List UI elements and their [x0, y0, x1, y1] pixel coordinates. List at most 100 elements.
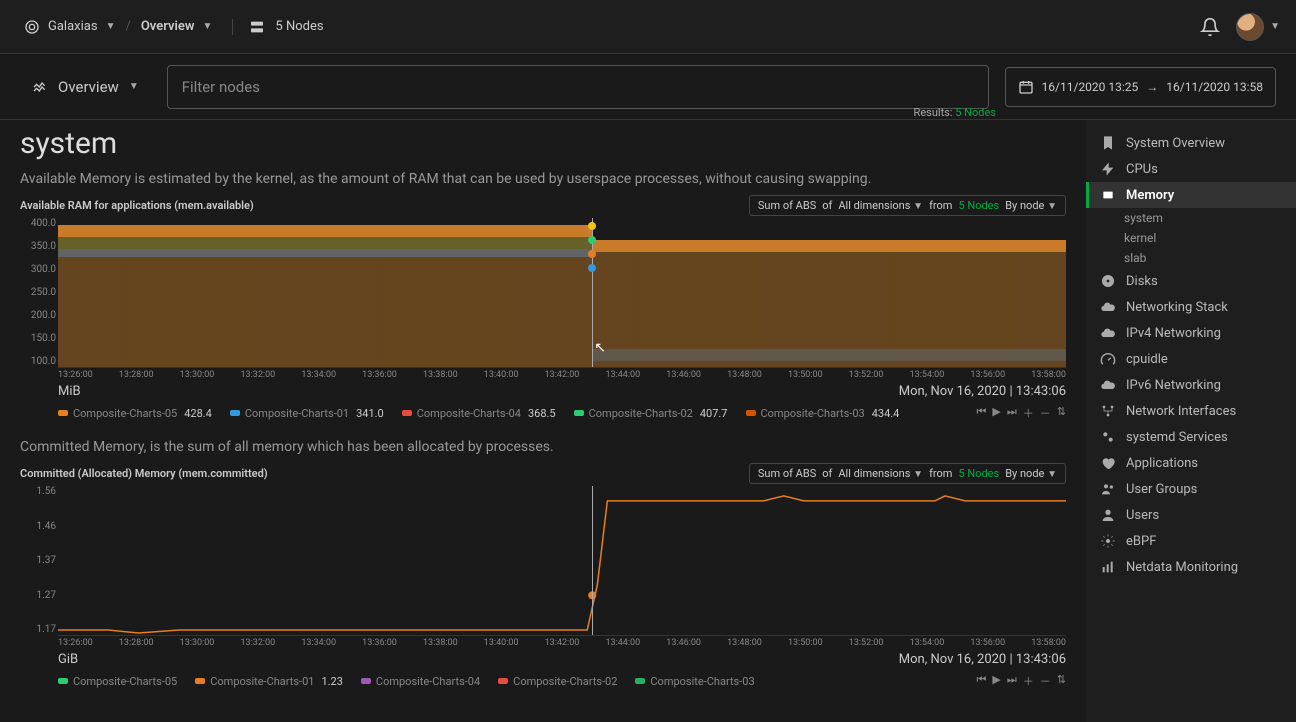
sidebar-item-disks[interactable]: Disks — [1086, 268, 1296, 294]
chart-crosshair — [592, 486, 593, 635]
sidebar-item-applications[interactable]: Applications — [1086, 450, 1296, 476]
plus-icon: ＋ — [1023, 405, 1034, 421]
sidebar-item-label: IPv6 Networking — [1126, 378, 1221, 393]
sidebar-subitem-slab[interactable]: slab — [1086, 248, 1296, 268]
tick-label: 13:42:00 — [545, 638, 580, 648]
tick-label: 13:36:00 — [362, 370, 397, 380]
date-range-picker[interactable]: 16/11/2020 13:25 → 16/11/2020 13:58 — [1005, 67, 1276, 107]
nodes-filter[interactable]: 5 Nodes — [958, 467, 999, 480]
nodes-selector[interactable]: 5 Nodes — [232, 19, 331, 35]
cloud-icon — [1100, 299, 1116, 315]
playback-controls[interactable]: ⏮ ▶ ⏭ ＋ － ⇅ — [977, 405, 1067, 421]
chart-canvas[interactable]: 1.561.461.371.271.17 — [58, 486, 1066, 636]
legend-item[interactable]: Composite-Charts-03 — [635, 675, 754, 688]
tick-label: 200.0 — [20, 310, 56, 321]
tick-label: 13:56:00 — [970, 638, 1005, 648]
sidebar-item-label: Memory — [1126, 188, 1174, 203]
tick-label: 13:58:00 — [1031, 370, 1066, 380]
sidebar-item-network-interfaces[interactable]: Network Interfaces — [1086, 398, 1296, 424]
gauge-icon — [1100, 351, 1116, 367]
tick-label: 13:36:00 — [362, 638, 397, 648]
tick-label: 13:40:00 — [484, 638, 519, 648]
space-selector[interactable]: Galaxias ▼ — [16, 19, 123, 35]
legend-item[interactable]: Composite-Charts-05428.4 — [58, 407, 212, 420]
dimensions-selector[interactable]: All dimensions ▼ — [838, 467, 923, 480]
sidebar-item-label: cpuidle — [1126, 352, 1168, 367]
cog-icon — [1100, 533, 1116, 549]
chart-aggregation-controls[interactable]: Sum of ABS of All dimensions ▼ from 5 No… — [749, 463, 1066, 484]
nodes-count-label: 5 Nodes — [275, 19, 323, 34]
chart-aggregation-controls[interactable]: Sum of ABS of All dimensions ▼ from 5 No… — [749, 195, 1066, 216]
chart-line — [58, 486, 1066, 635]
group-selector[interactable]: By node ▼ — [1005, 199, 1057, 212]
view-selector[interactable]: Overview ▼ — [133, 19, 221, 34]
sidebar-item-netdata-monitoring[interactable]: Netdata Monitoring — [1086, 554, 1296, 580]
filter-nodes-input[interactable] — [167, 65, 989, 109]
legend-name: Composite-Charts-01 — [210, 675, 314, 688]
cogs-icon — [1100, 429, 1116, 445]
sidebar-item-ebpf[interactable]: eBPF — [1086, 528, 1296, 554]
legend-item[interactable]: Composite-Charts-02407.7 — [574, 407, 728, 420]
chart-timestamp: Mon, Nov 16, 2020 | 13:43:06 — [899, 384, 1066, 399]
right-sidebar: System OverviewCPUs Memory systemkernelsla… — [1086, 120, 1296, 722]
tick-label: 100.0 — [20, 356, 56, 367]
legend-item[interactable]: Composite-Charts-04 — [361, 675, 480, 688]
overview-menu[interactable]: Overview ▼ — [20, 72, 151, 102]
nodes-filter[interactable]: 5 Nodes — [958, 199, 999, 212]
tick-label: 13:52:00 — [849, 370, 884, 380]
chart-canvas[interactable]: 400.0350.0300.0250.0200.0150.0100.0 — [58, 218, 1066, 368]
dimensions-selector[interactable]: All dimensions ▼ — [838, 199, 923, 212]
resize-icon: ⇅ — [1057, 673, 1066, 689]
legend-swatch — [58, 678, 68, 684]
tick-label: 13:38:00 — [423, 638, 458, 648]
tick-label: 13:54:00 — [910, 370, 945, 380]
tick-label: 13:28:00 — [119, 638, 154, 648]
legend-name: Composite-Charts-05 — [73, 407, 177, 420]
tick-label: 13:26:00 — [58, 638, 93, 648]
agg-selector[interactable]: Sum of ABS — [758, 199, 816, 212]
user-menu[interactable]: ▼ — [1236, 13, 1280, 41]
playback-controls[interactable]: ⏮ ▶ ⏭ ＋ － ⇅ — [977, 673, 1067, 689]
sidebar-item-cpuidle[interactable]: cpuidle — [1086, 346, 1296, 372]
legend-item[interactable]: Composite-Charts-01 1.23 — [195, 675, 343, 688]
chart-available-ram: Available RAM for applications (mem.avai… — [20, 195, 1066, 421]
legend-name: Composite-Charts-03 — [761, 407, 865, 420]
tick-label: 13:48:00 — [727, 370, 762, 380]
legend-item[interactable]: Composite-Charts-05 — [58, 675, 177, 688]
sidebar-item-label: Network Interfaces — [1126, 404, 1236, 419]
agg-selector[interactable]: Sum of ABS — [758, 467, 816, 480]
legend-item[interactable]: Composite-Charts-02 — [498, 675, 617, 688]
sidebar-subitem-kernel[interactable]: kernel — [1086, 228, 1296, 248]
chart-legend: Composite-Charts-05 Composite-Charts-01 1.… — [58, 673, 1066, 689]
bookmark-icon — [1100, 135, 1116, 151]
tick-label: 13:42:00 — [545, 370, 580, 380]
x-axis: 13:26:0013:28:0013:30:0013:32:0013:34:00… — [58, 370, 1066, 380]
tick-label: 350.0 — [20, 241, 56, 252]
memory-icon — [1100, 187, 1116, 203]
chart-multi-icon — [32, 79, 48, 95]
legend-item[interactable]: Composite-Charts-04368.5 — [402, 407, 556, 420]
sidebar-item-ipv4-networking[interactable]: IPv4 Networking — [1086, 320, 1296, 346]
tick-label: 13:28:00 — [119, 370, 154, 380]
legend-item[interactable]: Composite-Charts-01341.0 — [230, 407, 384, 420]
rewind-icon: ⏮ — [977, 405, 987, 421]
sidebar-subitem-system[interactable]: system — [1086, 208, 1296, 228]
legend-value: 1.23 — [321, 675, 342, 688]
sidebar-item-networking-stack[interactable]: Networking Stack — [1086, 294, 1296, 320]
bell-icon[interactable] — [1200, 17, 1220, 37]
sidebar-item-user-groups[interactable]: User Groups — [1086, 476, 1296, 502]
sidebar-item-cpus[interactable]: CPUs — [1086, 156, 1296, 182]
sidebar-item-systemd-services[interactable]: systemd Services — [1086, 424, 1296, 450]
tick-label: 13:44:00 — [605, 370, 640, 380]
legend-item[interactable]: Composite-Charts-03434.4 — [746, 407, 900, 420]
sidebar-item-memory[interactable]: Memory — [1086, 182, 1296, 208]
group-selector[interactable]: By node ▼ — [1005, 467, 1057, 480]
play-icon: ▶ — [992, 673, 1000, 689]
sidebar-item-system-overview[interactable]: System Overview — [1086, 130, 1296, 156]
sidebar-item-users[interactable]: Users — [1086, 502, 1296, 528]
sidebar-item-ipv6-networking[interactable]: IPv6 Networking — [1086, 372, 1296, 398]
target-icon — [24, 19, 40, 35]
y-axis: 1.561.461.371.271.17 — [20, 486, 56, 635]
tick-label: 13:54:00 — [910, 638, 945, 648]
chevron-down-icon: ▼ — [129, 81, 139, 92]
